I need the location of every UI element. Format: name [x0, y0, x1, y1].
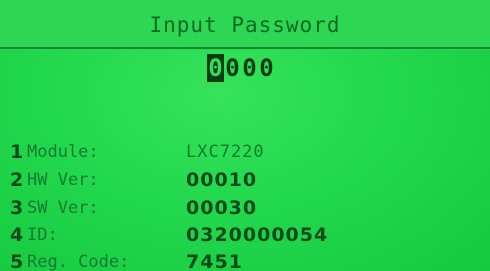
row-number: 1 [10, 141, 24, 163]
row-number: 3 [10, 197, 24, 219]
password-field[interactable]: 0 0 0 0 [207, 54, 275, 82]
reg-code-value: 7451 [186, 251, 243, 271]
sw-ver-value: 00030 [186, 197, 258, 219]
info-row-reg-code: 5 Reg. Code: 7451 [10, 251, 490, 271]
module-value: LXC7220 [186, 142, 265, 162]
info-row-module: 1 Module: LXC7220 [10, 141, 490, 165]
password-digit-4[interactable]: 0 [258, 54, 275, 82]
password-digit-3[interactable]: 0 [241, 54, 258, 82]
title-divider [0, 47, 490, 49]
row-number: 5 [10, 251, 24, 271]
row-number: 2 [10, 169, 24, 191]
row-number: 4 [10, 224, 24, 246]
info-row-id: 4 ID: 0320000054 [10, 224, 490, 248]
info-row-sw-ver: 3 SW Ver: 00030 [10, 197, 490, 221]
id-value: 0320000054 [186, 224, 329, 246]
reg-code-label: Reg. Code: [27, 252, 130, 271]
sw-ver-label: SW Ver: [27, 198, 99, 218]
module-label: Module: [27, 142, 99, 162]
id-label: ID: [27, 225, 58, 245]
password-digit-2[interactable]: 0 [224, 54, 241, 82]
info-row-hw-ver: 2 HW Ver: 00010 [10, 169, 490, 193]
page-title: Input Password [149, 13, 341, 37]
title-bar: Input Password [0, 0, 490, 50]
hw-ver-value: 00010 [186, 169, 258, 191]
password-digit-1[interactable]: 0 [207, 54, 224, 82]
lcd-screen: Input Password 0 0 0 0 1 Module: LXC7220… [0, 0, 490, 271]
hw-ver-label: HW Ver: [27, 170, 99, 190]
